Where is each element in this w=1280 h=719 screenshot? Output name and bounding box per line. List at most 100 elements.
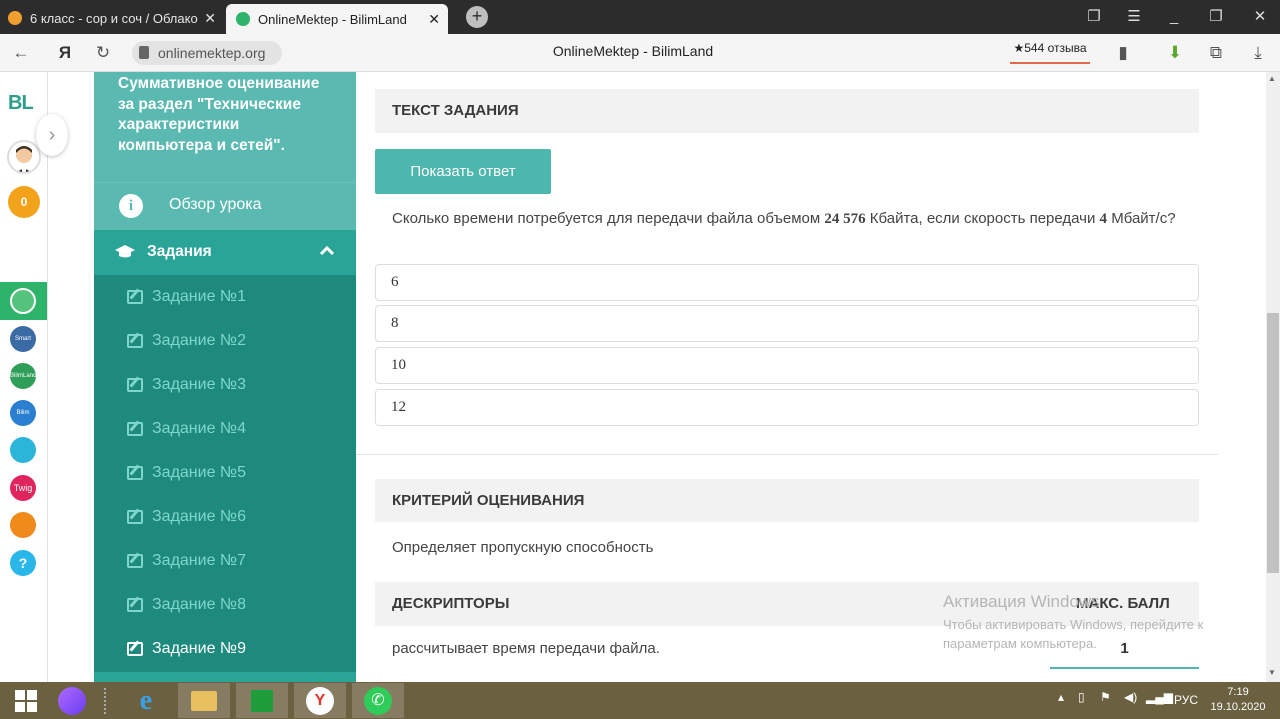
yandex-browser-icon[interactable]: Y bbox=[294, 683, 346, 718]
menu-icon[interactable]: ☰ bbox=[1122, 6, 1146, 28]
task-text-header: ТЕКСТ ЗАДАНИЯ bbox=[375, 89, 1199, 133]
task-label: Задание №2 bbox=[152, 332, 246, 349]
test-icon[interactable] bbox=[10, 437, 36, 463]
minimize-button[interactable]: _ bbox=[1162, 6, 1186, 28]
downloads-icon[interactable]: ⤓ bbox=[1247, 42, 1269, 64]
lock-icon bbox=[139, 46, 149, 59]
download-manager-icon[interactable]: ⬇ bbox=[1164, 42, 1186, 64]
tray-flag-icon[interactable]: ⚑ bbox=[1100, 690, 1111, 704]
info-icon: i bbox=[119, 194, 143, 218]
sidebar-item-task-8[interactable]: Задание №8 bbox=[127, 594, 246, 616]
close-tab-icon[interactable]: ✕ bbox=[428, 11, 440, 28]
network-icon[interactable]: ▂▄▆ bbox=[1146, 690, 1173, 704]
page-title: OnlineMektep - BilimLand bbox=[552, 43, 714, 59]
help-icon[interactable]: ? bbox=[10, 550, 36, 576]
task-label: Задание №8 bbox=[152, 596, 246, 613]
back-icon[interactable]: ← bbox=[10, 42, 32, 64]
windows-activation-text: Чтобы активировать Windows, перейдите к … bbox=[943, 617, 1204, 651]
start-button[interactable] bbox=[0, 683, 52, 718]
clock-time: 7:19 bbox=[1227, 686, 1249, 698]
scroll-up-icon[interactable]: ▲ bbox=[1268, 74, 1276, 83]
edit-icon bbox=[127, 422, 143, 436]
file-explorer-icon[interactable] bbox=[178, 683, 230, 718]
task-label: Задание №3 bbox=[152, 376, 246, 393]
show-answer-button[interactable]: Показать ответ bbox=[375, 149, 551, 194]
tab-onlinemektep[interactable]: OnlineMektep - BilimLand ✕ bbox=[226, 4, 448, 34]
windows-activation-title: Активация Windows bbox=[943, 592, 1100, 611]
twig-icon[interactable]: Twig bbox=[10, 475, 36, 501]
question-text: Сколько времени потребуется для передачи… bbox=[392, 210, 1176, 227]
tasks-label[interactable]: Задания bbox=[147, 243, 212, 261]
chevron-up-icon[interactable] bbox=[319, 243, 335, 261]
tabs-icon[interactable]: ❐ bbox=[1082, 6, 1106, 28]
tab-label: OnlineMektep - BilimLand bbox=[258, 11, 407, 27]
sidebar-item-task-5[interactable]: Задание №5 bbox=[127, 462, 246, 484]
edit-icon bbox=[127, 598, 143, 612]
expand-rail-button[interactable]: › bbox=[36, 114, 68, 156]
new-tab-button[interactable]: + bbox=[466, 6, 488, 28]
tab-oblako[interactable]: 6 класс - сор и соч / Облако ✕ bbox=[8, 4, 224, 32]
store-icon[interactable] bbox=[236, 683, 288, 718]
task-label: Задание №4 bbox=[152, 420, 246, 437]
overview-label[interactable]: Обзор урока bbox=[169, 196, 262, 214]
reviews-badge[interactable]: ★544 отзыва bbox=[1010, 40, 1090, 64]
coins-badge[interactable]: 0 bbox=[8, 186, 40, 218]
onlinemektep-icon[interactable] bbox=[10, 288, 36, 314]
bilimland-logo[interactable]: BL bbox=[8, 92, 34, 115]
answer-option[interactable]: 6 bbox=[375, 264, 1199, 301]
maximize-button[interactable]: ❐ bbox=[1204, 6, 1228, 28]
windows-icon bbox=[15, 689, 37, 712]
clock-date: 19.10.2020 bbox=[1210, 701, 1266, 713]
edit-icon bbox=[127, 334, 143, 348]
answer-option[interactable]: 8 bbox=[375, 305, 1199, 342]
bilimbook-icon[interactable]: Bilim Book bbox=[10, 400, 36, 426]
translate-icon[interactable]: ⧉ bbox=[1205, 42, 1227, 64]
tray-expand-icon[interactable]: ▴ bbox=[1058, 690, 1064, 704]
criteria-header: КРИТЕРИЙ ОЦЕНИВАНИЯ bbox=[375, 479, 1199, 522]
avatar[interactable] bbox=[7, 140, 41, 174]
task-label: Задание №7 bbox=[152, 552, 246, 569]
lesson-title: Суммативное оценивание за раздел "Технич… bbox=[94, 72, 356, 182]
edit-icon bbox=[127, 378, 143, 392]
bookmark-icon[interactable]: ▮ bbox=[1112, 42, 1134, 64]
sidebar-next-section[interactable] bbox=[94, 672, 356, 682]
tab-label: 6 класс - сор и соч / Облако bbox=[30, 10, 198, 26]
divider bbox=[356, 454, 1218, 455]
window-close-button[interactable]: ✕ bbox=[1248, 6, 1272, 28]
descriptor-text: рассчитывает время передачи файла. bbox=[392, 640, 660, 657]
edit-icon bbox=[127, 466, 143, 480]
whatsapp-icon[interactable]: ✆ bbox=[352, 683, 404, 718]
smart-nation-icon[interactable]: Smart Nation bbox=[10, 326, 36, 352]
alice-icon[interactable] bbox=[46, 683, 98, 718]
sidebar-item-task-4[interactable]: Задание №4 bbox=[127, 418, 246, 440]
internet-explorer-icon[interactable]: e bbox=[120, 683, 172, 718]
volume-icon[interactable]: ◀) bbox=[1124, 690, 1137, 704]
close-tab-icon[interactable]: ✕ bbox=[204, 10, 216, 27]
task-label: Задание №1 bbox=[152, 288, 246, 305]
edit-icon bbox=[127, 642, 143, 656]
url-field[interactable]: onlinemektep.org bbox=[132, 41, 282, 65]
sidebar-item-task-9[interactable]: Задание №9 bbox=[127, 638, 246, 660]
onlinemektep-tab-icon bbox=[236, 12, 250, 26]
scrollbar-thumb[interactable] bbox=[1267, 313, 1279, 573]
graduation-cap-icon bbox=[115, 245, 135, 259]
language-indicator[interactable]: РУС bbox=[1174, 693, 1198, 707]
task-label: Задание №5 bbox=[152, 464, 246, 481]
sidebar-item-task-1[interactable]: Задание №1 bbox=[127, 286, 246, 308]
sidebar-item-task-7[interactable]: Задание №7 bbox=[127, 550, 246, 572]
bilimland-icon[interactable]: BilimLand bbox=[10, 363, 36, 389]
yandex-icon[interactable]: Я bbox=[54, 42, 76, 64]
task-label: Задание №6 bbox=[152, 508, 246, 525]
taskbar-grip bbox=[104, 688, 108, 714]
criteria-text: Определяет пропускную способность bbox=[392, 539, 654, 556]
sidebar-item-task-6[interactable]: Задание №6 bbox=[127, 506, 246, 528]
tray-device-icon[interactable]: ▯ bbox=[1078, 690, 1085, 704]
answer-option[interactable]: 10 bbox=[375, 347, 1199, 384]
answer-option[interactable]: 12 bbox=[375, 389, 1199, 426]
reload-icon[interactable]: ↻ bbox=[92, 42, 114, 64]
sidebar-item-task-3[interactable]: Задание №3 bbox=[127, 374, 246, 396]
scroll-down-icon[interactable]: ▼ bbox=[1268, 668, 1276, 677]
sidebar-item-task-2[interactable]: Задание №2 bbox=[127, 330, 246, 352]
imektep-icon[interactable] bbox=[10, 512, 36, 538]
clock[interactable]: 7:19 19.10.2020 bbox=[1206, 685, 1270, 715]
